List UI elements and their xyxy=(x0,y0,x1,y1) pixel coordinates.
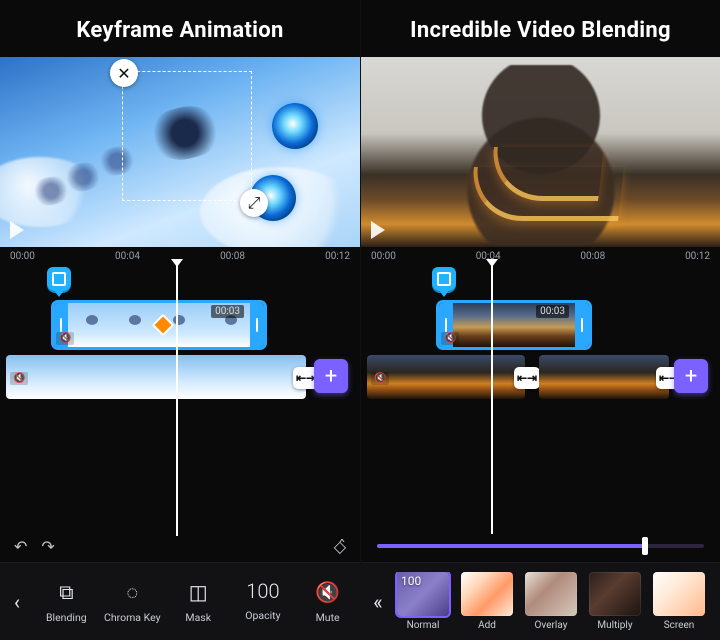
resize-icon: ⤢ xyxy=(248,193,261,213)
overlay-clip[interactable]: 00:03 🔇 xyxy=(54,303,264,347)
blend-mode-multiply[interactable]: Multiply xyxy=(587,572,643,631)
tool-opacity[interactable]: 100 Opacity xyxy=(236,579,290,624)
slider-fill xyxy=(377,544,645,548)
ruler-tick: 00:04 xyxy=(115,251,140,263)
tool-label: Blending xyxy=(46,611,87,624)
tool-mute[interactable]: 🔇 Mute xyxy=(301,579,355,624)
resize-handle[interactable]: ⤢ xyxy=(240,189,268,217)
play-button[interactable] xyxy=(371,221,385,239)
mode-label: Add xyxy=(478,620,496,631)
clip-mute-icon[interactable]: 🔇 xyxy=(10,372,28,385)
overlay-clip[interactable]: 00:03 🔇 xyxy=(439,303,589,347)
chroma-key-icon: ◌ xyxy=(126,579,138,605)
tool-chroma-key[interactable]: ◌ Chroma Key xyxy=(104,579,161,624)
mask-icon: ◫ xyxy=(189,579,208,605)
opacity-slider-row xyxy=(361,534,720,562)
mode-label: Multiply xyxy=(597,620,632,631)
add-clip-button[interactable]: + xyxy=(314,359,348,393)
blend-mode-toolbar: « 100 Normal Add Overlay Multiply Screen xyxy=(361,562,720,640)
ruler-tick: 00:08 xyxy=(580,251,605,263)
headline-left: Keyframe Animation xyxy=(0,0,360,57)
mode-label: Screen xyxy=(664,620,695,631)
blending-icon: ⧉ xyxy=(59,579,73,605)
redo-button[interactable]: ↷ xyxy=(41,537,54,556)
slider-thumb[interactable] xyxy=(642,537,648,555)
clip-handle-right[interactable] xyxy=(575,303,589,347)
preview-left[interactable]: ✕ ⤢ xyxy=(0,57,360,247)
timeline-left[interactable]: 00:03 🔇 🔇 ⇤⇥ + xyxy=(0,265,360,536)
clip-mute-icon[interactable]: 🔇 xyxy=(56,332,74,345)
blend-mode-normal[interactable]: 100 Normal xyxy=(395,572,451,631)
keyframe-toggle-button[interactable]: ◇̂ xyxy=(334,537,346,556)
close-icon: ✕ xyxy=(117,64,130,83)
toolbar-back-button[interactable]: ‹ xyxy=(0,563,34,640)
history-row: ↶ ↷ ◇̂ xyxy=(0,536,360,562)
clip-duration: 00:03 xyxy=(211,305,244,318)
keyframe-marker[interactable] xyxy=(431,267,457,301)
ruler-tick: 00:12 xyxy=(685,251,710,263)
plus-icon: + xyxy=(325,364,337,389)
clip-mute-icon[interactable]: 🔇 xyxy=(441,332,459,345)
transition-button[interactable]: ⇤⇥ xyxy=(514,367,540,389)
toolbar-left: ‹ ⧉ Blending ◌ Chroma Key ◫ Mask 100 Opa… xyxy=(0,562,360,640)
blend-mode-overlay[interactable]: Overlay xyxy=(523,572,579,631)
toolbar-back-button[interactable]: « xyxy=(361,563,395,640)
ruler-tick: 00:08 xyxy=(220,251,245,263)
preview-right[interactable] xyxy=(361,57,720,247)
playhead[interactable] xyxy=(176,265,178,536)
ruler-tick: 00:00 xyxy=(371,251,396,263)
chevron-double-left-icon: « xyxy=(373,590,382,614)
tool-blending[interactable]: ⧉ Blending xyxy=(39,579,93,624)
ruler-tick: 00:00 xyxy=(10,251,35,263)
playhead[interactable] xyxy=(491,265,493,534)
main-clip[interactable]: 🔇 xyxy=(367,355,525,399)
plus-icon: + xyxy=(685,364,697,389)
clip-mute-icon[interactable]: 🔇 xyxy=(371,372,389,385)
chevron-left-icon: ‹ xyxy=(14,590,20,614)
tool-label: Mute xyxy=(316,611,340,624)
panel-blending: Incredible Video Blending 00:00 00:04 00… xyxy=(360,0,720,640)
clip-handle-right[interactable] xyxy=(250,303,264,347)
main-clip[interactable] xyxy=(539,355,669,399)
time-ruler-right: 00:00 00:04 00:08 00:12 xyxy=(361,247,720,265)
opacity-value: 100 xyxy=(246,579,279,603)
panel-keyframe: Keyframe Animation ✕ ⤢ 00:00 00:04 00:08… xyxy=(0,0,360,640)
add-clip-button[interactable]: + xyxy=(674,359,708,393)
play-button[interactable] xyxy=(10,221,24,239)
tool-label: Opacity xyxy=(245,609,280,622)
mode-label: Overlay xyxy=(535,620,568,631)
undo-button[interactable]: ↶ xyxy=(14,537,27,556)
headline-right: Incredible Video Blending xyxy=(361,0,720,57)
blend-mode-add[interactable]: Add xyxy=(459,572,515,631)
main-clip[interactable]: 🔇 xyxy=(6,355,306,399)
orb-graphic xyxy=(272,103,318,149)
blend-mode-screen[interactable]: Screen xyxy=(651,572,707,631)
selection-box[interactable] xyxy=(122,71,252,201)
keyframe-marker[interactable] xyxy=(46,267,72,301)
tool-label: Mask xyxy=(185,611,211,624)
tool-label: Chroma Key xyxy=(104,611,161,624)
blend-value: 100 xyxy=(401,574,421,588)
timeline-right[interactable]: 00:03 🔇 🔇 ⇤⇥ ⇤⇥ + xyxy=(361,265,720,534)
transition-icon: ⇤⇥ xyxy=(517,371,537,385)
ruler-tick: 00:12 xyxy=(325,251,350,263)
tool-mask[interactable]: ◫ Mask xyxy=(171,579,225,624)
opacity-slider[interactable] xyxy=(377,544,704,548)
mute-icon: 🔇 xyxy=(315,579,340,605)
delete-handle[interactable]: ✕ xyxy=(110,59,138,87)
mode-label: Normal xyxy=(407,620,440,631)
clip-duration: 00:03 xyxy=(536,305,569,318)
